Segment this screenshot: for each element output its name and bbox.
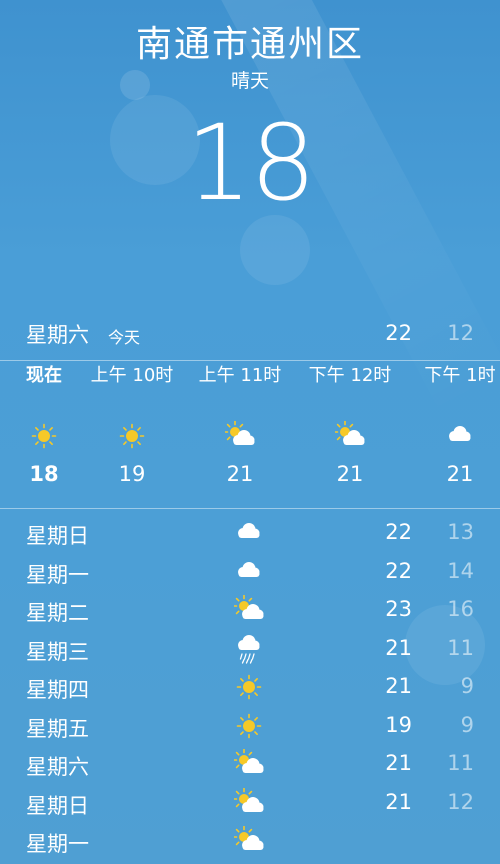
partly-cloudy-icon — [185, 416, 295, 456]
today-high: 22 — [385, 321, 412, 345]
daily-row: 星期一 22 14 — [0, 553, 500, 592]
daily-row: 星期二 23 16 — [0, 591, 500, 630]
current-temperature: 18 — [185, 102, 316, 224]
high-temperature: 23 — [385, 597, 412, 621]
day-name: 星期一 — [26, 562, 89, 587]
today-low: 12 — [447, 321, 474, 345]
high-temperature: 19 — [385, 712, 412, 737]
hour-label: 下午 12时 — [308, 365, 392, 386]
today-day: 星期六 — [26, 323, 89, 347]
day-name: 星期日 — [26, 793, 89, 818]
hourly-item: 上午 10时 19 — [77, 362, 187, 486]
partly-cloudy-icon — [230, 787, 268, 818]
daily-forecast[interactable]: 星期日 22 13 星期一 22 14 星期二 23 16 星期三 21 11 星期四 — [0, 514, 500, 861]
partly-cloudy-icon — [230, 826, 268, 856]
day-name: 星期五 — [26, 716, 89, 741]
hourly-item: 下午 1时 21 — [405, 362, 500, 486]
low-temperature: 12 — [447, 789, 474, 814]
low-temperature: 11 — [447, 635, 474, 660]
hour-temperature: 19 — [118, 462, 146, 486]
day-name: 星期三 — [26, 639, 89, 664]
day-name: 星期六 — [26, 755, 89, 779]
daily-row: 星期三 21 11 — [0, 630, 500, 669]
hour-label: 下午 1时 — [424, 365, 496, 386]
daily-row: 星期日 21 12 — [0, 784, 500, 823]
weather-condition: 晴天 — [230, 70, 269, 92]
today-summary: 星期六 今天 22 12 — [0, 315, 500, 351]
day-name: 星期日 — [26, 524, 89, 548]
partly-cloudy-icon — [230, 595, 268, 625]
low-temperature: 9 — [460, 712, 474, 737]
high-temperature: 21 — [385, 674, 412, 698]
hour-temperature: 21 — [446, 462, 474, 486]
daily-row: 星期五 19 9 — [0, 707, 500, 746]
sun-icon — [77, 416, 187, 456]
low-temperature: 16 — [447, 597, 474, 621]
bokeh-decoration — [240, 215, 310, 285]
rain-cloud-icon — [230, 634, 268, 664]
high-temperature: 22 — [385, 520, 412, 544]
high-temperature: 22 — [385, 558, 412, 583]
high-temperature: 21 — [385, 751, 412, 775]
day-name: 星期一 — [26, 832, 89, 856]
day-name: 星期二 — [26, 601, 89, 625]
divider — [0, 508, 500, 509]
partly-cloudy-icon — [230, 749, 268, 779]
partly-cloudy-icon — [295, 416, 405, 456]
low-temperature: 9 — [460, 674, 474, 698]
daily-row: 星期六 21 11 — [0, 745, 500, 784]
today-label: 今天 — [108, 328, 141, 347]
high-temperature: 21 — [385, 635, 412, 660]
daily-row: 星期四 21 9 — [0, 668, 500, 707]
hourly-forecast[interactable]: 现在 18 上午 10时 19 上午 11时 21 下午 12时 21 下午 1时 21 — [0, 362, 500, 507]
day-name: 星期四 — [26, 678, 89, 702]
sun-icon — [230, 672, 268, 702]
low-temperature: 11 — [447, 751, 474, 775]
hourly-item: 上午 11时 21 — [185, 362, 295, 486]
sun-icon — [230, 711, 268, 741]
city-name: 南通市通州区 — [135, 24, 364, 65]
cloud-icon — [230, 518, 268, 548]
hour-temperature: 21 — [226, 462, 254, 486]
hour-temperature: 21 — [336, 462, 364, 486]
daily-row: 星期日 22 13 — [0, 514, 500, 553]
daily-row: 星期一 — [0, 822, 500, 861]
high-temperature: 21 — [385, 789, 412, 814]
low-temperature: 14 — [447, 558, 474, 583]
cloud-icon — [230, 557, 268, 587]
hourly-item: 下午 12时 21 — [295, 362, 405, 486]
hour-label: 上午 10时 — [90, 365, 174, 386]
location-header: 南通市通州区 晴天 — [0, 18, 500, 93]
hour-label: 上午 11时 — [198, 365, 282, 386]
low-temperature: 13 — [447, 520, 474, 544]
cloud-icon — [405, 416, 500, 456]
divider — [0, 360, 500, 361]
